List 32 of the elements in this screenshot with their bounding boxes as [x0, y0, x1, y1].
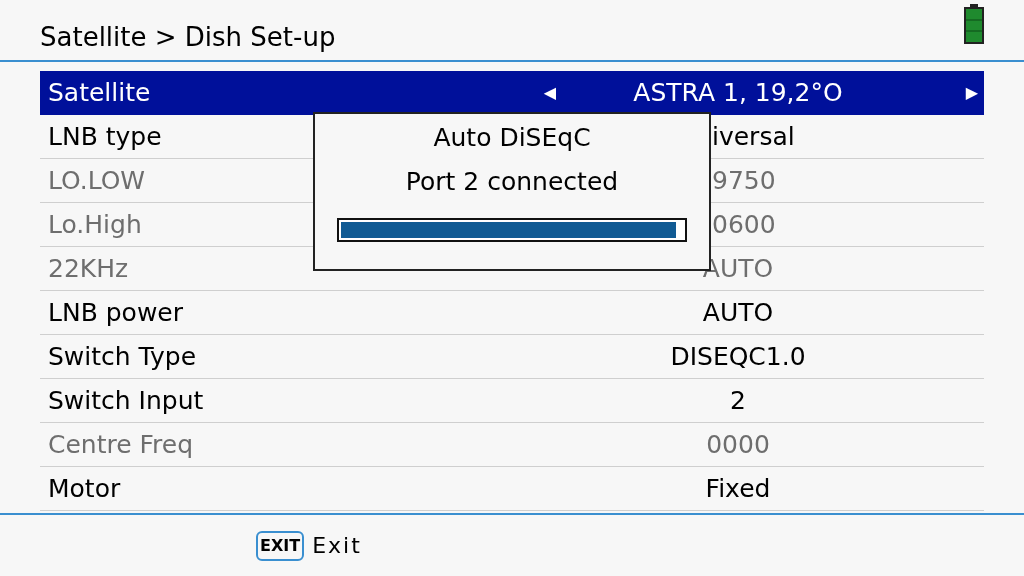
row-value: iversal — [712, 120, 795, 153]
menu-row[interactable]: Switch Input 2 — [40, 379, 984, 423]
row-label: Satellite — [48, 77, 151, 110]
right-arrow[interactable]: ▶ — [965, 81, 978, 105]
row-value: AUTO — [702, 296, 774, 329]
row-label: Lo.High — [48, 208, 142, 241]
dialog-title: Auto DiSEqC — [433, 122, 591, 154]
exit-label: Exit — [312, 532, 362, 560]
row-label: Switch Input — [48, 384, 204, 417]
row-value: 9750 — [712, 164, 776, 197]
row-label: LO.LOW — [48, 164, 146, 197]
dialog-message: Port 2 connected — [405, 166, 619, 198]
row-label: Motor — [48, 472, 121, 505]
menu-row[interactable]: Switch Type DISEQC1.0 — [40, 335, 984, 379]
row-value: Fixed — [705, 472, 771, 505]
row-label: Switch Type — [48, 340, 197, 373]
row-label: 22KHz — [48, 252, 129, 285]
row-value: DISEQC1.0 — [670, 340, 806, 373]
row-label: LNB power — [48, 296, 183, 329]
menu-row[interactable]: Satellite ◀ ASTRA 1, 19,2°O ▶ — [40, 71, 984, 115]
left-arrow[interactable]: ◀ — [543, 81, 557, 105]
row-value: ASTRA 1, 19,2°O — [633, 77, 843, 110]
screen-title: Satellite > Dish Set-up — [40, 20, 336, 54]
row-value: 2 — [730, 384, 746, 417]
row-label: Centre Freq — [48, 428, 194, 461]
menu-row[interactable]: LNB power AUTO — [40, 291, 984, 335]
menu-row[interactable]: Motor Fixed — [40, 467, 984, 511]
exit-key[interactable]: EXIT — [256, 530, 305, 561]
row-label: LNB type — [48, 120, 162, 153]
row-value: 0000 — [706, 428, 770, 461]
battery-icon — [964, 4, 984, 44]
row-value: 0600 — [712, 208, 776, 241]
